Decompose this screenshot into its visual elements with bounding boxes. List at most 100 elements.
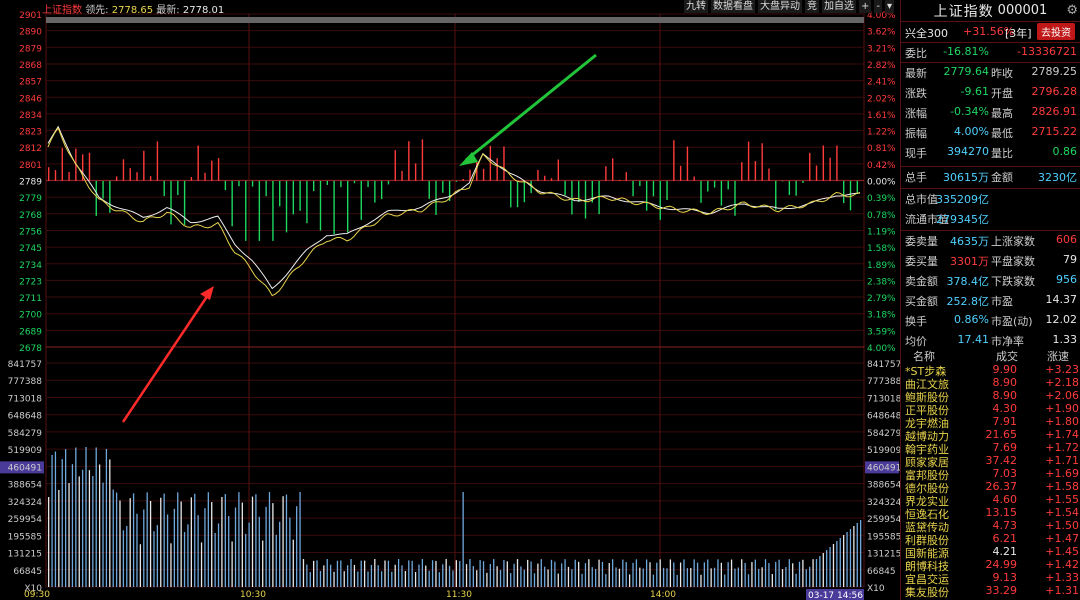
momentum-bar bbox=[679, 165, 682, 181]
volume-bar bbox=[262, 540, 264, 587]
volume-bar bbox=[764, 559, 767, 587]
volume-bar bbox=[160, 497, 162, 587]
volume-bar bbox=[717, 559, 719, 587]
momentum-bar bbox=[326, 180, 328, 185]
list-item[interactable]: 朗博科技 24.99 +1.42 bbox=[901, 558, 1080, 573]
volume-bar bbox=[234, 507, 237, 587]
stock-speed: +1.47 bbox=[1045, 532, 1079, 545]
price-tick-left: 2901 bbox=[19, 11, 42, 21]
average-price-line bbox=[47, 126, 861, 297]
volume-bar bbox=[408, 560, 410, 587]
stat-row: 涨幅 -0.34% 最高 2826.91 bbox=[901, 102, 1080, 122]
volume-bar bbox=[329, 564, 332, 587]
price-tick-right: 2.82% bbox=[867, 61, 896, 71]
list-item[interactable]: 利群股份 6.21 +1.47 bbox=[901, 532, 1080, 547]
list-item[interactable]: 宜昌交运 9.13 +1.33 bbox=[901, 571, 1080, 586]
col-price[interactable]: 成交 bbox=[996, 348, 1018, 364]
volume-bar bbox=[489, 563, 491, 587]
momentum-bar bbox=[211, 160, 213, 181]
volume-tick-left: 648648 bbox=[8, 412, 43, 422]
volume-bar bbox=[656, 562, 658, 587]
stat-value: 4.00% bbox=[954, 125, 989, 138]
list-item[interactable]: 国新能源 4.21 +1.45 bbox=[901, 545, 1080, 560]
volume-bar bbox=[360, 560, 362, 587]
stat-value-2: 2715.22 bbox=[1031, 125, 1078, 138]
volume-bar bbox=[724, 574, 726, 587]
volume-bar bbox=[744, 562, 746, 587]
list-item[interactable]: *ST步森 9.90 +3.23 bbox=[901, 363, 1080, 378]
volume-bar bbox=[58, 489, 60, 587]
col-speed[interactable]: 涨速 bbox=[1047, 348, 1069, 364]
toolbar-market-alert[interactable]: 大盘异动 bbox=[758, 0, 802, 13]
momentum-bar bbox=[482, 168, 485, 181]
volume-bar bbox=[822, 553, 824, 587]
list-item[interactable]: 翰宇药业 7.69 +1.72 bbox=[901, 441, 1080, 456]
stat-row: 总手 30615万 金额 3230亿 bbox=[901, 166, 1080, 186]
stock-price: 9.90 bbox=[992, 363, 1018, 376]
volume-bar bbox=[180, 501, 182, 587]
promo-name: 兴全300 bbox=[905, 27, 948, 40]
volume-tick-left: 388654 bbox=[8, 481, 43, 491]
list-item[interactable]: 集友股份 33.29 +1.31 bbox=[901, 584, 1080, 599]
stat-value: 3301万 bbox=[950, 255, 989, 268]
stat-row: 流通市值 279345亿 bbox=[901, 208, 1080, 228]
list-item[interactable]: 界龙实业 4.60 +1.55 bbox=[901, 493, 1080, 508]
list-item[interactable]: 曲江文旅 8.90 +2.18 bbox=[901, 376, 1080, 391]
list-item[interactable]: 蓝黛传动 4.73 +1.50 bbox=[901, 519, 1080, 534]
momentum-bar bbox=[115, 176, 118, 181]
stock-speed: +1.71 bbox=[1045, 454, 1079, 467]
toolbar-dropdown[interactable]: ▾ bbox=[885, 0, 895, 13]
volume-bar bbox=[540, 559, 542, 587]
intraday-chart[interactable]: 2901 2890 2879 2868 2857 2846 2834 2823 2812 2801… bbox=[0, 0, 900, 600]
volume-bar bbox=[751, 562, 753, 587]
list-item[interactable]: 恒逸石化 13.15 +1.54 bbox=[901, 506, 1080, 521]
zoom-out-button[interactable]: - bbox=[874, 0, 882, 13]
volume-bar bbox=[132, 493, 135, 587]
volume-bar bbox=[625, 562, 627, 587]
toolbar-data-board[interactable]: 数据看盘 bbox=[711, 0, 755, 13]
list-item[interactable]: 龙宇燃油 7.91 +1.80 bbox=[901, 415, 1080, 430]
volume-bar bbox=[115, 492, 118, 587]
price-tick-right: 1.22% bbox=[867, 128, 896, 138]
list-item[interactable]: 顾家家居 37.42 +1.71 bbox=[901, 454, 1080, 469]
toolbar-add-favorite[interactable]: 加自选 bbox=[822, 0, 856, 13]
list-item[interactable]: 德尔股份 26.37 +1.58 bbox=[901, 480, 1080, 495]
momentum-bar bbox=[285, 180, 288, 233]
momentum-bar bbox=[224, 180, 227, 191]
volume-bar bbox=[98, 464, 101, 587]
volume-bar bbox=[88, 470, 91, 587]
stock-speed: +3.23 bbox=[1045, 363, 1079, 376]
momentum-bar bbox=[190, 176, 193, 181]
list-item[interactable]: 越博动力 21.65 +1.74 bbox=[901, 428, 1080, 443]
price-tick-left: 2801 bbox=[19, 161, 42, 171]
stock-price: 37.42 bbox=[985, 454, 1018, 467]
volume-bar bbox=[309, 572, 311, 587]
gear-icon[interactable]: ⚙ bbox=[1066, 3, 1078, 18]
volume-bar bbox=[279, 521, 281, 587]
stat-label: 换手 bbox=[905, 315, 927, 328]
volume-bar bbox=[639, 567, 641, 587]
toolbar-nine-turn[interactable]: 九转 bbox=[684, 0, 708, 13]
list-item[interactable]: 正平股份 4.30 +1.90 bbox=[901, 402, 1080, 417]
stat-row: 买金额 252.8亿 市盈 14.37 bbox=[901, 290, 1080, 310]
momentum-bar bbox=[136, 172, 138, 181]
invest-button[interactable]: 去投资 bbox=[1037, 23, 1075, 40]
volume-bar bbox=[615, 567, 617, 587]
stat-label: 总手 bbox=[905, 171, 927, 184]
momentum-bar bbox=[143, 150, 145, 181]
volume-bar bbox=[843, 535, 845, 587]
zoom-in-button[interactable]: + bbox=[859, 0, 872, 13]
list-item[interactable]: 鲍斯股份 8.90 +2.06 bbox=[901, 389, 1080, 404]
volume-bar bbox=[700, 574, 702, 587]
toolbar-auction[interactable]: 竞 bbox=[805, 0, 819, 13]
col-name[interactable]: 名称 bbox=[913, 348, 935, 364]
stock-price: 7.91 bbox=[992, 415, 1018, 428]
stock-speed: +1.31 bbox=[1045, 584, 1079, 597]
list-item[interactable]: 富邦股份 7.03 +1.69 bbox=[901, 467, 1080, 482]
volume-bar bbox=[146, 492, 148, 587]
momentum-bar bbox=[700, 180, 702, 203]
volume-bar bbox=[71, 464, 74, 587]
volume-bar bbox=[846, 532, 848, 587]
volume-bar bbox=[703, 562, 706, 587]
volume-bar bbox=[272, 503, 274, 587]
